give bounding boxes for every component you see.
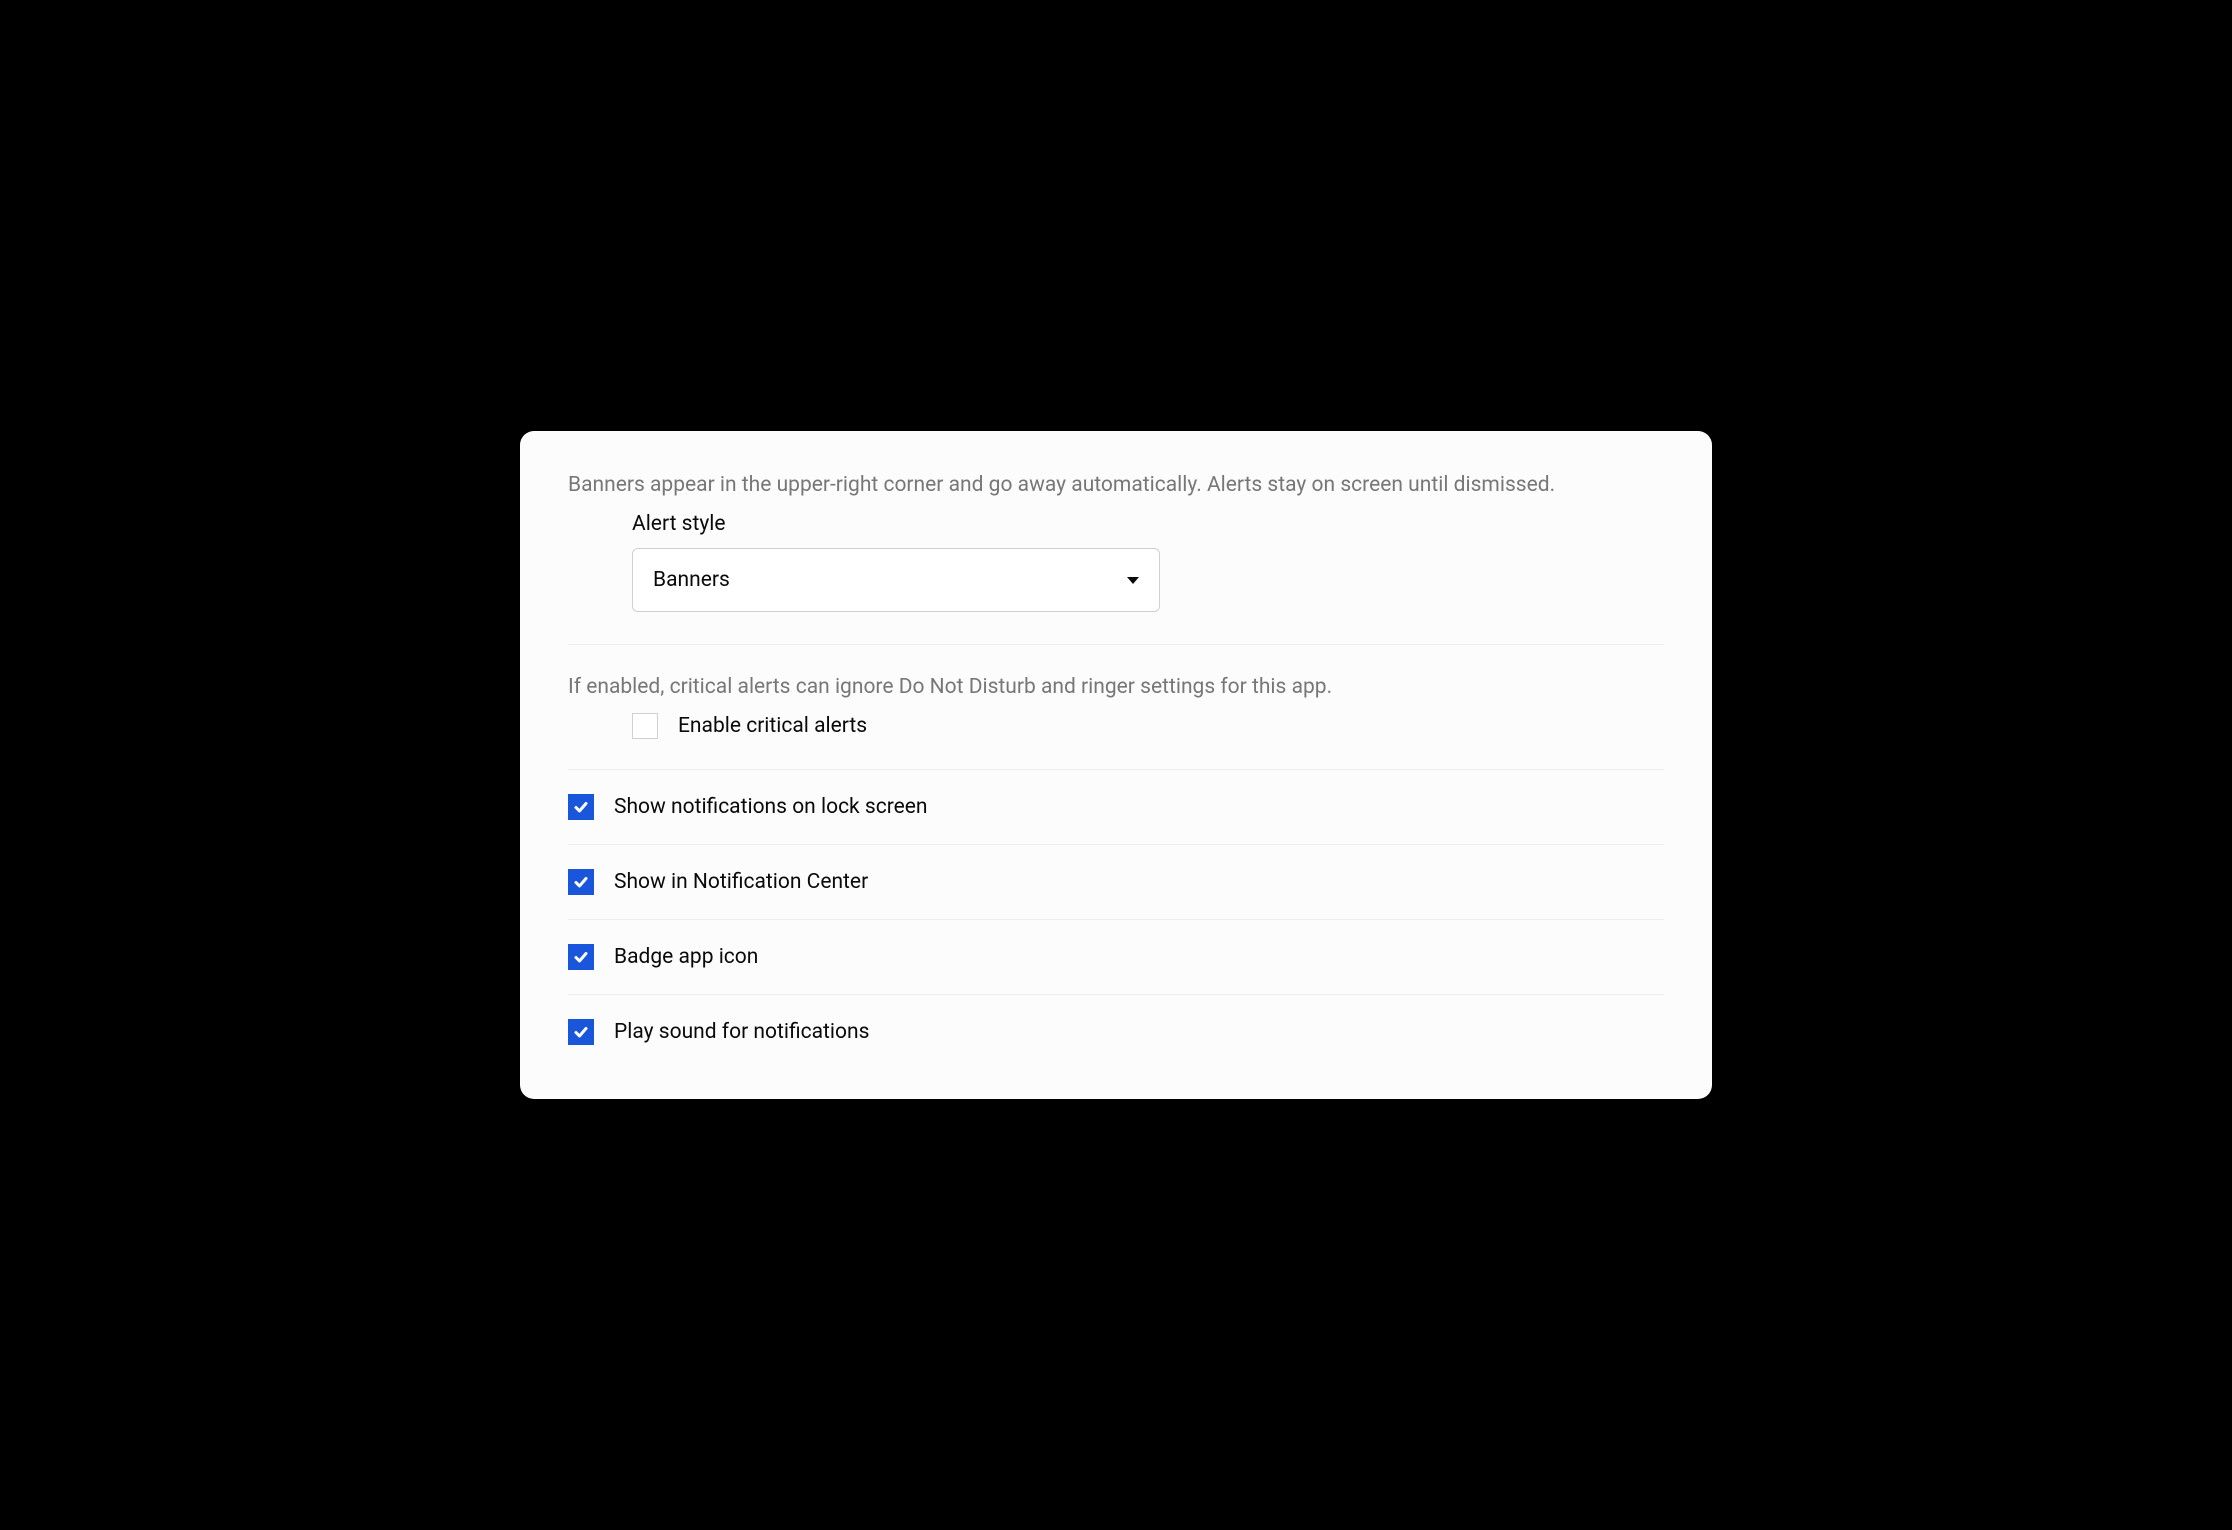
critical-alerts-row: Enable critical alerts xyxy=(520,703,1712,769)
critical-alerts-description: If enabled, critical alerts can ignore D… xyxy=(520,645,1712,703)
lock-screen-checkbox[interactable] xyxy=(568,794,594,820)
notification-center-label: Show in Notification Center xyxy=(614,870,868,894)
checkmark-icon xyxy=(573,949,589,965)
notification-center-checkbox[interactable] xyxy=(568,869,594,895)
checkmark-icon xyxy=(573,799,589,815)
notification-settings-panel: Banners appear in the upper-right corner… xyxy=(520,431,1712,1099)
play-sound-row: Play sound for notifications xyxy=(520,995,1712,1069)
critical-alerts-label: Enable critical alerts xyxy=(678,714,867,738)
alert-style-description: Banners appear in the upper-right corner… xyxy=(568,471,1664,500)
badge-icon-checkbox[interactable] xyxy=(568,944,594,970)
checkmark-icon xyxy=(573,1024,589,1040)
badge-icon-row: Badge app icon xyxy=(520,920,1712,994)
chevron-down-icon xyxy=(1127,577,1139,584)
checkmark-icon xyxy=(573,874,589,890)
notification-center-row: Show in Notification Center xyxy=(520,845,1712,919)
alert-style-label: Alert style xyxy=(632,512,1664,536)
alert-style-section: Banners appear in the upper-right corner… xyxy=(520,471,1712,612)
lock-screen-label: Show notifications on lock screen xyxy=(614,795,928,819)
alert-style-select[interactable]: Banners xyxy=(632,548,1160,612)
play-sound-checkbox[interactable] xyxy=(568,1019,594,1045)
play-sound-label: Play sound for notifications xyxy=(614,1020,869,1044)
alert-style-selected-value: Banners xyxy=(653,568,730,592)
lock-screen-row: Show notifications on lock screen xyxy=(520,770,1712,844)
critical-alerts-checkbox[interactable] xyxy=(632,713,658,739)
badge-icon-label: Badge app icon xyxy=(614,945,758,969)
